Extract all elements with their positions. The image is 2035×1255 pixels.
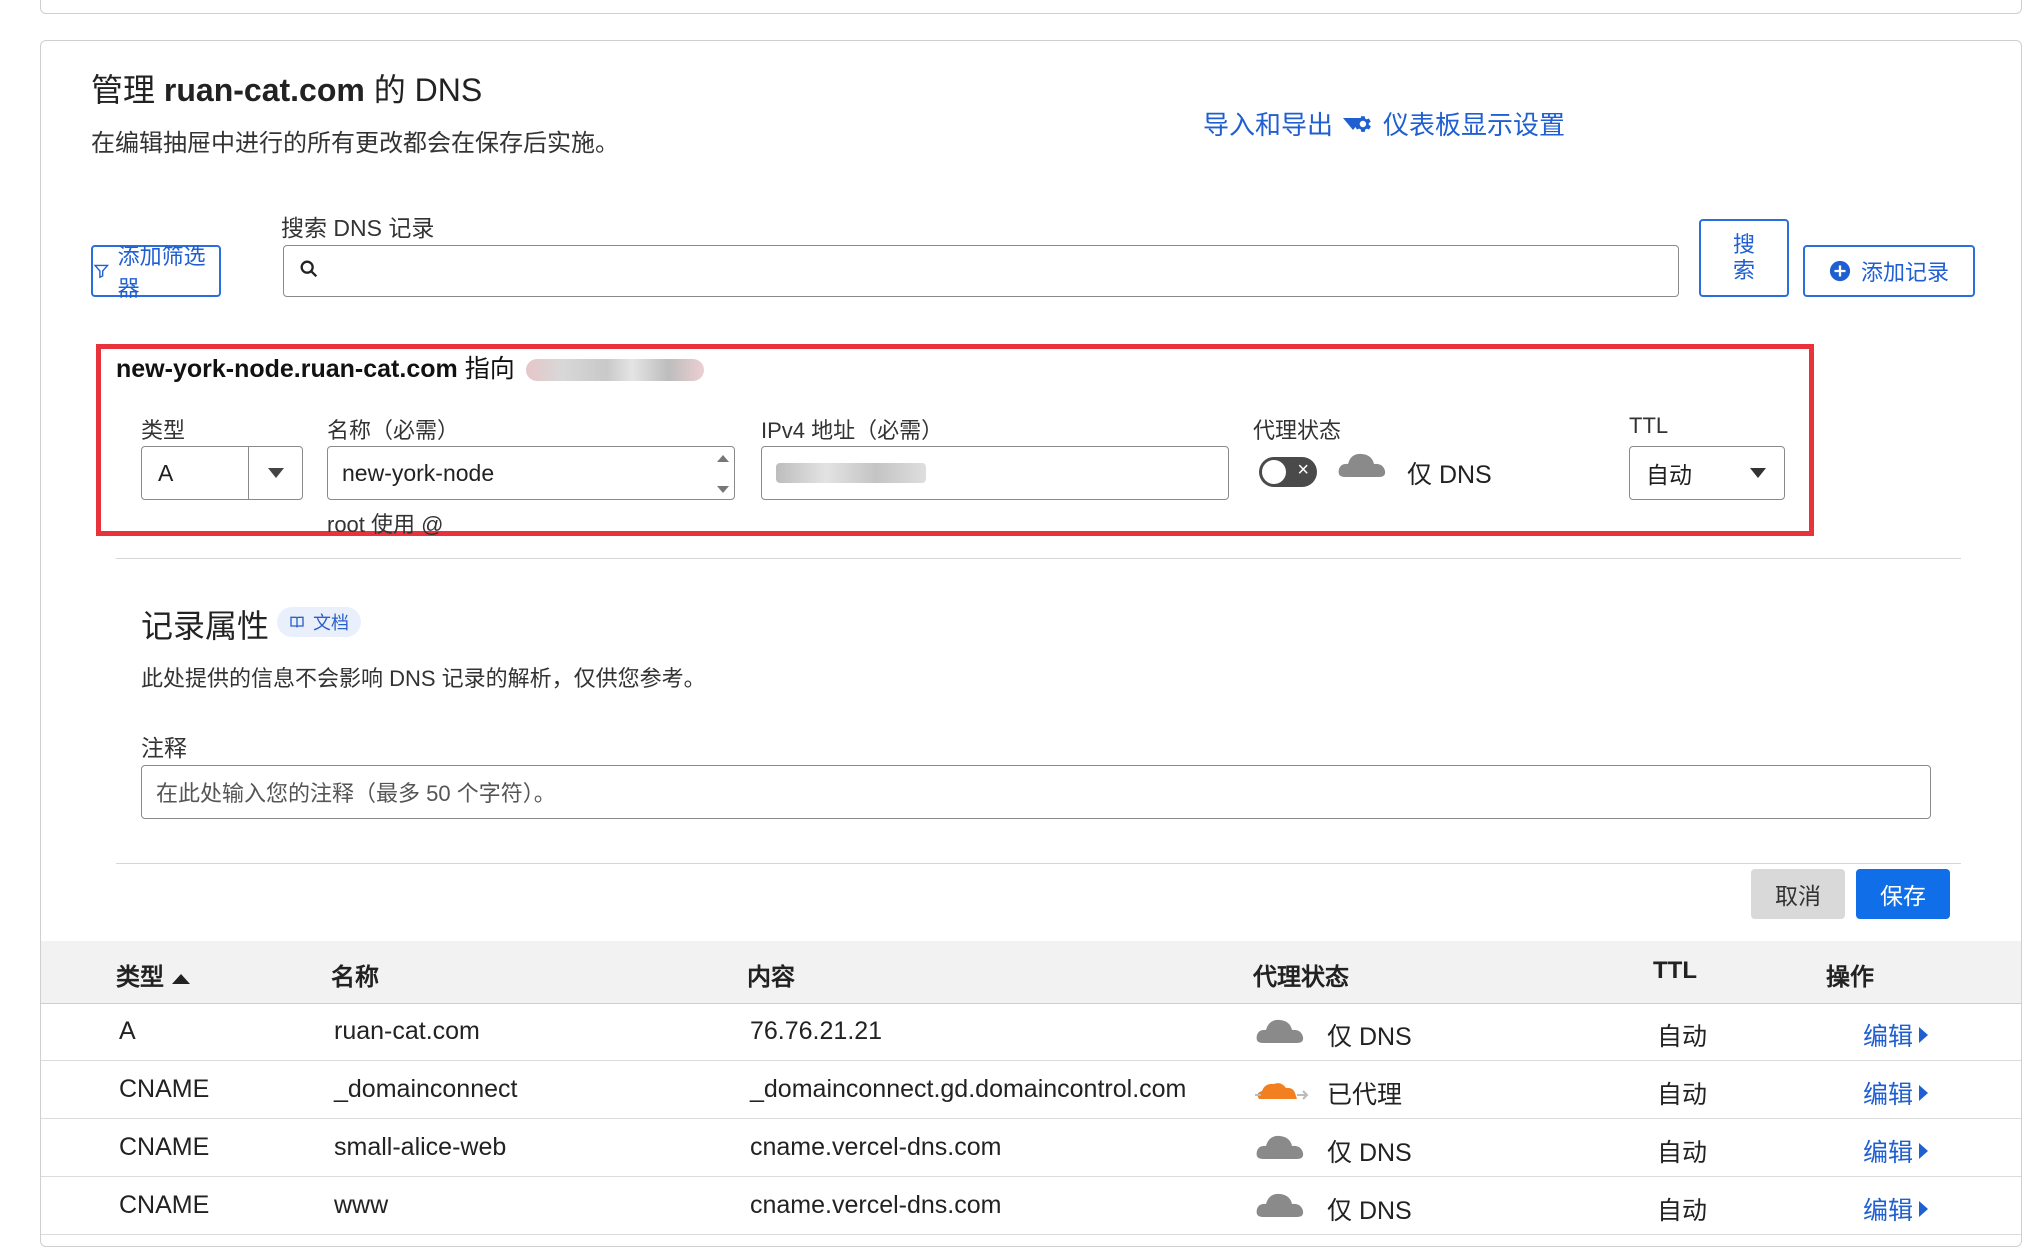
close-icon: ×	[1297, 459, 1309, 481]
cell-ttl: 自动	[1657, 1023, 1708, 1051]
book-icon	[290, 616, 304, 628]
add-filter-button[interactable]: 添加筛选器	[91, 244, 221, 301]
cancel-button[interactable]: 取消	[1751, 869, 1845, 919]
column-header-actions: 操作	[1826, 964, 1874, 991]
ipv4-label: IPv4 地址（必需）	[761, 418, 944, 443]
redacted-ip	[525, 359, 704, 382]
table-row: CNAME www cname.vercel-dns.com 仅 DNS 自动 编辑	[41, 1177, 2021, 1235]
cell-content: 76.76.21.21	[750, 1017, 883, 1045]
search-icon	[300, 260, 318, 278]
table-row: CNAME small-alice-web cname.vercel-dns.com…	[41, 1119, 2021, 1177]
docs-link[interactable]: 文档	[277, 607, 361, 637]
search-input[interactable]	[334, 246, 1638, 294]
ttl-label: TTL	[1629, 413, 1669, 438]
type-select[interactable]: A	[141, 446, 303, 500]
cell-name: ruan-cat.com	[334, 1017, 480, 1045]
add-record-button[interactable]: 添加记录	[1803, 245, 1975, 297]
cell-ttl: 自动	[1657, 1139, 1708, 1167]
search-button[interactable]: 搜 索	[1699, 219, 1789, 297]
cell-proxy-status: 仅 DNS	[1327, 1139, 1412, 1167]
type-label: 类型	[141, 418, 186, 443]
column-header-type[interactable]: 类型	[116, 957, 190, 992]
chevron-right-icon	[1919, 1201, 1929, 1217]
cloud-icon	[1256, 1019, 1304, 1043]
import-export-button[interactable]: 导入和导出	[1203, 105, 1364, 142]
cell-content: _domainconnect.gd.domaincontrol.com	[750, 1075, 1187, 1103]
dashboard-settings-button[interactable]: 仪表板显示设置	[1351, 105, 1565, 142]
cell-type: A	[119, 1017, 136, 1045]
chevron-right-icon	[1919, 1027, 1929, 1043]
name-label: 名称（必需）	[327, 418, 460, 443]
cloud-icon	[1338, 453, 1386, 477]
search-label: 搜索 DNS 记录	[281, 215, 435, 241]
column-header-proxy-status: 代理状态	[1253, 964, 1349, 991]
proxy-toggle[interactable]: ×	[1259, 457, 1317, 487]
cell-proxy-status: 仅 DNS	[1327, 1197, 1412, 1225]
cell-name: www	[334, 1191, 389, 1219]
proxy-status-value: 仅 DNS	[1407, 461, 1492, 489]
spinner-icon	[717, 455, 729, 493]
edit-record-link[interactable]: 编辑	[1863, 1075, 1929, 1111]
chevron-down-icon	[267, 468, 284, 478]
gear-icon	[1355, 115, 1371, 132]
save-button[interactable]: 保存	[1856, 869, 1950, 919]
table-row: Aruan-cat.com 76.76.21.21 仅 DNS 自动 编辑	[41, 1003, 2021, 1061]
redacted-ip-value	[776, 463, 926, 483]
cell-content: cname.vercel-dns.com	[750, 1191, 1002, 1219]
divider	[116, 863, 1961, 864]
divider	[116, 558, 1961, 559]
page-subtitle: 在编辑抽屉中进行的所有更改都会在保存后实施。	[91, 130, 619, 157]
name-input[interactable]: new-york-node	[327, 446, 735, 500]
cell-proxy-status: 仅 DNS	[1327, 1023, 1412, 1051]
cell-ttl: 自动	[1657, 1081, 1708, 1109]
column-header-name: 名称	[331, 964, 379, 991]
filter-icon	[93, 264, 110, 279]
ipv4-input[interactable]	[761, 446, 1229, 500]
cell-type: CNAME	[119, 1075, 210, 1103]
cloud-icon	[1256, 1135, 1304, 1159]
dns-management-card: 管理 ruan-cat.com 的 DNS 在编辑抽屉中进行的所有更改都会在保存…	[40, 40, 2022, 1247]
record-attributes-title: 记录属性	[141, 608, 270, 644]
title-domain: ruan-cat.com	[163, 72, 365, 108]
cell-content: cname.vercel-dns.com	[750, 1133, 1002, 1161]
name-hint: root 使用 @	[327, 512, 444, 537]
search-field	[283, 245, 1679, 297]
sort-ascending-icon	[172, 973, 190, 984]
page-title: 管理 ruan-cat.com 的 DNS	[91, 72, 483, 108]
record-attributes-description: 此处提供的信息不会影响 DNS 记录的解析，仅供您参考。	[141, 666, 706, 691]
note-label: 注释	[141, 735, 187, 761]
ttl-select[interactable]: 自动	[1629, 446, 1785, 500]
chevron-right-icon	[1919, 1085, 1929, 1101]
proxied-cloud-icon	[1255, 1083, 1309, 1100]
chevron-down-icon	[1750, 468, 1766, 478]
cell-name: _domainconnect	[334, 1075, 518, 1103]
cloud-icon	[1256, 1193, 1304, 1217]
edit-record-link[interactable]: 编辑	[1863, 1133, 1929, 1169]
table-row: CNAME _domainconnect _domainconnect.gd.dom…	[41, 1061, 2021, 1119]
edit-record-link[interactable]: 编辑	[1863, 1017, 1929, 1053]
note-input[interactable]: 在此处输入您的注释（最多 50 个字符）。	[141, 765, 1931, 819]
previous-card-edge	[40, 0, 2022, 14]
plus-circle-icon	[1829, 260, 1851, 282]
edit-record-link[interactable]: 编辑	[1863, 1191, 1929, 1227]
column-header-ttl: TTL	[1653, 957, 1697, 984]
records-table-header: 类型 名称 内容 代理状态 TTL 操作	[41, 941, 2021, 1004]
column-header-content: 内容	[747, 964, 795, 991]
cell-type: CNAME	[119, 1133, 210, 1161]
record-heading: new-york-node.ruan-cat.com 指向	[116, 349, 704, 385]
cell-name: small-alice-web	[334, 1133, 507, 1161]
cell-proxy-status: 已代理	[1327, 1081, 1403, 1109]
proxy-status-label: 代理状态	[1253, 418, 1342, 443]
cell-ttl: 自动	[1657, 1197, 1708, 1225]
cell-type: CNAME	[119, 1191, 210, 1219]
chevron-right-icon	[1919, 1143, 1929, 1159]
